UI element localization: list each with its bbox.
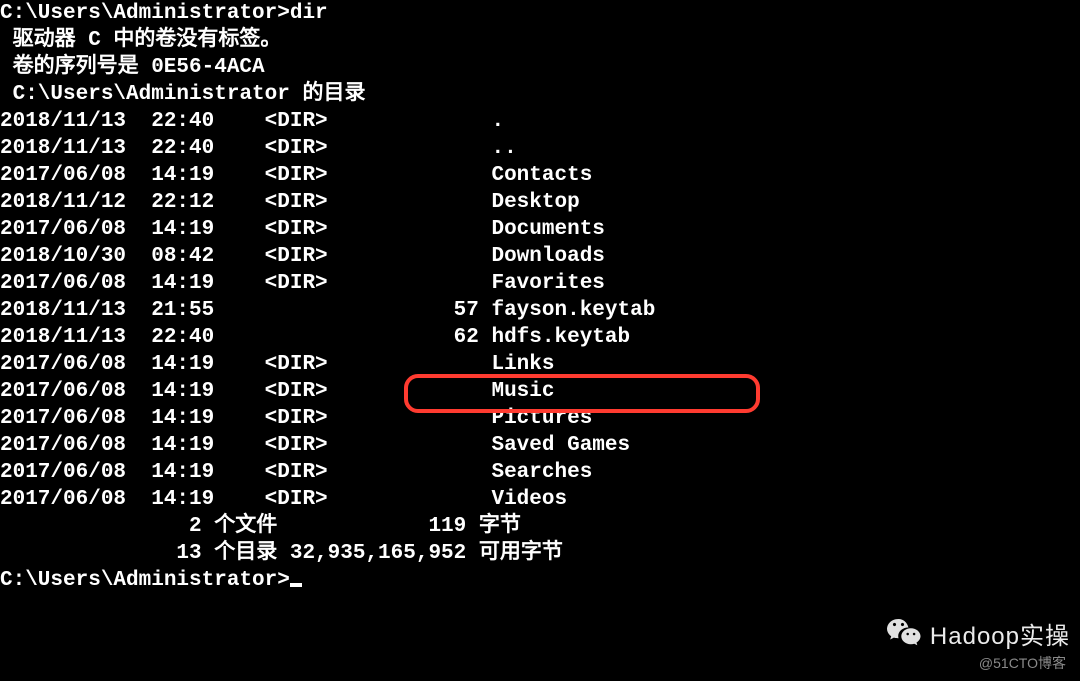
dir-entry: 2017/06/08 14:19 <DIR> Favorites bbox=[0, 270, 1080, 297]
output-line: 13 个目录 32,935,165,952 可用字节 bbox=[0, 540, 1080, 567]
output-line: C:\Users\Administrator 的目录 bbox=[0, 81, 1080, 108]
dir-entry: 2018/10/30 08:42 <DIR> Downloads bbox=[0, 243, 1080, 270]
dir-entry: 2017/06/08 14:19 <DIR> Links bbox=[0, 351, 1080, 378]
dir-entry: 2017/06/08 14:19 <DIR> Searches bbox=[0, 459, 1080, 486]
dir-entry: 2018/11/13 22:40 <DIR> .. bbox=[0, 135, 1080, 162]
watermark: Hadoop实操 bbox=[884, 613, 1070, 653]
command-line: C:\Users\Administrator>dir bbox=[0, 0, 1080, 27]
dir-entry: 2018/11/13 22:40 <DIR> . bbox=[0, 108, 1080, 135]
output-line: 2 个文件 119 字节 bbox=[0, 513, 1080, 540]
dir-entry: 2017/06/08 14:19 <DIR> Documents bbox=[0, 216, 1080, 243]
dir-entry: 2017/06/08 14:19 <DIR> Saved Games bbox=[0, 432, 1080, 459]
dir-entry: 2017/06/08 14:19 <DIR> Pictures bbox=[0, 405, 1080, 432]
output-line: 驱动器 C 中的卷没有标签。 bbox=[0, 27, 1080, 54]
dir-entry: 2017/06/08 14:19 <DIR> Videos bbox=[0, 486, 1080, 513]
cursor bbox=[290, 583, 302, 587]
dir-entry: 2017/06/08 14:19 <DIR> Music bbox=[0, 378, 1080, 405]
sub-watermark: @51CTO博客 bbox=[979, 653, 1066, 673]
terminal-output: C:\Users\Administrator>dir 驱动器 C 中的卷没有标签… bbox=[0, 0, 1080, 594]
dir-entry: 2018/11/12 22:12 <DIR> Desktop bbox=[0, 189, 1080, 216]
dir-entry: 2018/11/13 22:40 62 hdfs.keytab bbox=[0, 324, 1080, 351]
output-line: 卷的序列号是 0E56-4ACA bbox=[0, 54, 1080, 81]
wechat-icon bbox=[884, 613, 924, 653]
dir-entry: 2018/11/13 21:55 57 fayson.keytab bbox=[0, 297, 1080, 324]
dir-entry: 2017/06/08 14:19 <DIR> Contacts bbox=[0, 162, 1080, 189]
watermark-text: Hadoop实操 bbox=[930, 616, 1070, 651]
output-line: C:\Users\Administrator> bbox=[0, 567, 1080, 594]
